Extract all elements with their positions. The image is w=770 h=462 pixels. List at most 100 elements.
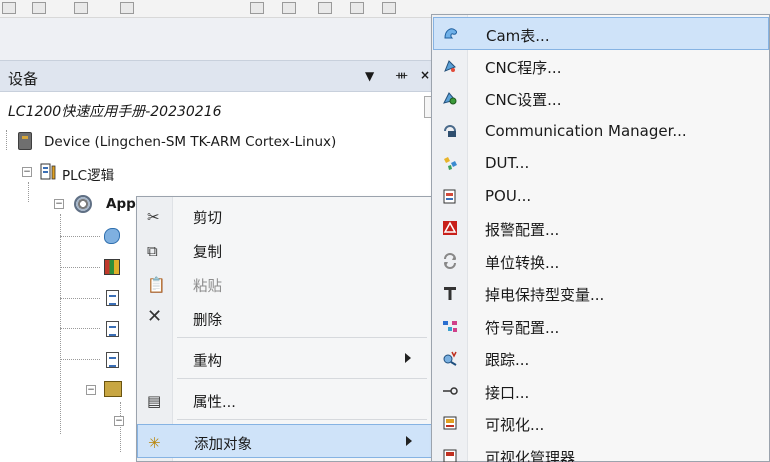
submenu-item-pou[interactable]: POU...: [433, 180, 769, 213]
menu-item-delete[interactable]: ✕ 删除: [137, 301, 433, 335]
tree-line: [120, 402, 121, 452]
menu-item-cut[interactable]: ✂ 剪切: [137, 199, 433, 233]
cam-table-icon: [442, 25, 460, 43]
submenu-item-label: CNC程序...: [485, 58, 562, 77]
submenu-item-dut[interactable]: DUT...: [433, 147, 769, 180]
tree-line: [60, 359, 100, 360]
menu-separator: [177, 419, 427, 420]
submenu-item-label: Communication Manager...: [485, 121, 687, 140]
print-icon[interactable]: [120, 2, 134, 14]
menu-item-label: 删除: [193, 313, 222, 329]
context-menu: ✂ 剪切 ⧉ 复制 📋 粘贴 ✕ 删除 重构 ▤ 属性... ✳ 添加对象: [136, 196, 434, 462]
project-name: LC1200快速应用手册-20230216: [8, 104, 222, 120]
submenu-item-label: 跟踪...: [485, 351, 530, 369]
copy-toolbar-icon[interactable]: [350, 2, 364, 14]
save-icon[interactable]: [74, 2, 88, 14]
menu-item-properties[interactable]: ▤ 属性...: [137, 383, 433, 417]
submenu-item-cam-table[interactable]: Cam表...: [433, 17, 769, 50]
project-row[interactable]: LC1200快速应用手册-20230216: [0, 96, 432, 124]
submenu-item-alarm-config[interactable]: 报警配置...: [433, 212, 769, 245]
application-icon: [74, 195, 92, 213]
submenu-item-trace[interactable]: 跟踪...: [433, 342, 769, 375]
alarm-config-icon: [441, 219, 459, 237]
collapse-icon[interactable]: −: [114, 416, 124, 426]
pou-icon: [441, 187, 459, 205]
tree-item-device[interactable]: Device (Lingchen-SM TK-ARM Cortex-Linux): [0, 130, 432, 154]
submenu-item-persistent-vars[interactable]: 掉电保持型变量...: [433, 277, 769, 310]
copy-icon: ⧉: [147, 242, 158, 260]
devices-panel-title: 设备: [8, 70, 39, 88]
communication-manager-icon: [441, 122, 459, 140]
menu-item-label: 复制: [193, 245, 222, 261]
cnc-settings-icon: [441, 89, 459, 107]
menu-item-label: 属性...: [193, 395, 236, 411]
menu-item-label: 重构: [193, 354, 222, 370]
submenu-item-label: 单位转换...: [485, 253, 560, 272]
submenu-item-visualization[interactable]: 可视化...: [433, 407, 769, 440]
library-manager-icon: [104, 259, 120, 275]
collapse-icon[interactable]: −: [54, 199, 64, 209]
persistent-vars-icon: [441, 284, 459, 302]
visualization-icon: [441, 414, 459, 432]
paste-toolbar-icon[interactable]: [382, 2, 396, 14]
pin-icon[interactable]: ᚒ: [396, 68, 407, 82]
symbol-config-icon: [441, 317, 459, 335]
submenu-item-label: Cam表...: [486, 27, 550, 45]
scissors-icon: ✂: [147, 208, 160, 226]
tree-line: [60, 214, 61, 434]
menu-item-label: 粘贴: [193, 279, 222, 295]
workspace-area: [0, 18, 432, 60]
open-folder-icon[interactable]: [32, 2, 46, 14]
submenu-item-label: POU...: [485, 186, 532, 205]
trace-icon: [441, 349, 459, 367]
submenu-item-unit-conversion[interactable]: 单位转换...: [433, 245, 769, 278]
menu-item-add-object[interactable]: ✳ 添加对象: [137, 424, 433, 458]
submenu-item-cnc-settings[interactable]: CNC设置...: [433, 82, 769, 115]
tree-item-label: PLC逻辑: [62, 168, 115, 184]
submenu-item-label: 符号配置...: [485, 318, 560, 337]
unit-conversion-icon: [441, 252, 459, 270]
plc-logic-icon: [40, 163, 56, 181]
menu-separator: [177, 378, 427, 379]
collapse-icon[interactable]: −: [22, 167, 32, 177]
submenu-item-label: 接口...: [485, 383, 530, 402]
tree-line: [60, 236, 100, 237]
tree-line: [60, 328, 100, 329]
menu-separator: [177, 337, 427, 338]
add-object-icon: ✳: [148, 434, 161, 452]
submenu-item-communication-manager[interactable]: Communication Manager...: [433, 115, 769, 148]
menu-item-copy[interactable]: ⧉ 复制: [137, 233, 433, 267]
dropdown-arrow-icon[interactable]: ▼: [365, 69, 374, 83]
pou-page-icon: [106, 352, 119, 368]
properties-icon: ▤: [147, 392, 162, 410]
visualization-manager-icon: [441, 447, 459, 462]
submenu-item-visualization-manager[interactable]: 可视化管理器: [433, 440, 769, 462]
submenu-item-label: DUT...: [485, 154, 530, 172]
collapse-icon[interactable]: −: [86, 385, 96, 395]
tree-item-plc-logic[interactable]: − PLC逻辑: [0, 160, 432, 184]
menu-item-paste[interactable]: 📋 粘贴: [137, 267, 433, 301]
cnc-program-icon: [441, 57, 459, 75]
submenu-item-label: 掉电保持型变量...: [485, 286, 605, 304]
interface-icon: [441, 382, 459, 400]
tree-item-label: Device (Lingchen-SM TK-ARM Cortex-Linux): [44, 134, 337, 150]
menu-item-refactor[interactable]: 重构: [137, 342, 433, 376]
new-file-icon[interactable]: [2, 2, 16, 14]
redo-icon[interactable]: [282, 2, 296, 14]
menu-item-label: 剪切: [193, 211, 222, 227]
paste-icon: 📋: [147, 276, 166, 294]
delete-icon: ✕: [147, 306, 163, 327]
close-icon[interactable]: ×: [420, 68, 430, 82]
submenu-item-label: 报警配置...: [485, 221, 560, 239]
submenu-item-label: 可视化管理器: [485, 448, 576, 462]
submenu-item-cnc-program[interactable]: CNC程序...: [433, 50, 769, 83]
submenu-item-label: 可视化...: [485, 416, 545, 434]
tree-line: [60, 298, 100, 299]
cam-icon: [104, 228, 120, 244]
submenu-arrow-icon: [406, 436, 412, 446]
cut-toolbar-icon[interactable]: [318, 2, 332, 14]
submenu-item-symbol-config[interactable]: 符号配置...: [433, 310, 769, 343]
tree-item-application[interactable]: − App: [0, 192, 140, 216]
undo-icon[interactable]: [250, 2, 264, 14]
submenu-item-interface[interactable]: 接口...: [433, 375, 769, 408]
